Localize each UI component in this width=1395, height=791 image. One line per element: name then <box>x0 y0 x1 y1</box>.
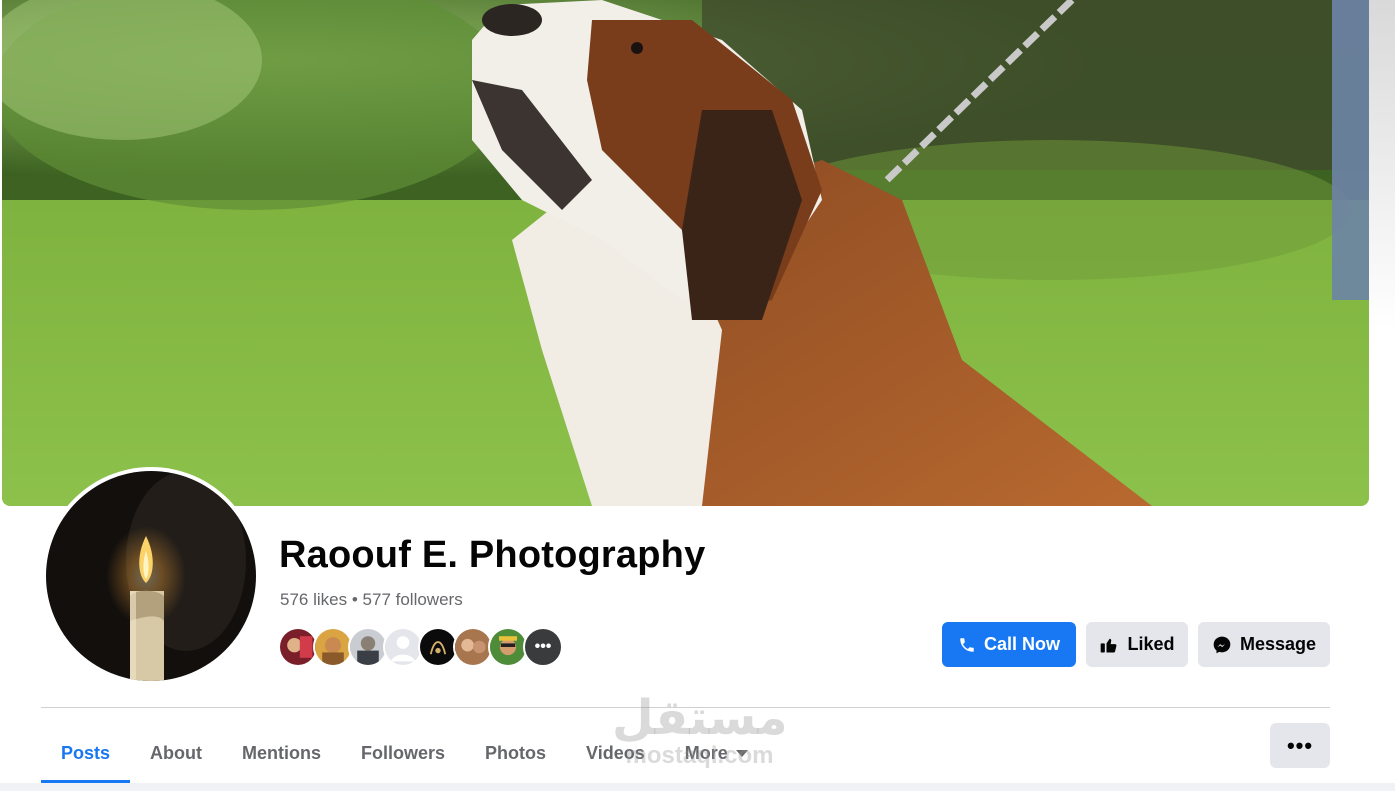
friend-avatar[interactable] <box>453 627 493 667</box>
page-tabs: Posts About Mentions Followers Photos Vi… <box>41 723 768 783</box>
tab-label: Posts <box>61 742 111 763</box>
tab-label: Mentions <box>242 742 322 763</box>
call-now-label: Call Now <box>983 634 1060 654</box>
avatar-image <box>46 471 256 681</box>
stats-separator: • <box>351 590 358 609</box>
feed-background <box>0 783 1395 791</box>
ellipsis-icon: ••• <box>1286 732 1314 758</box>
friend-avatar-default[interactable] <box>383 627 423 667</box>
tab-label: More <box>684 742 728 763</box>
tab-mentions[interactable]: Mentions <box>222 723 341 783</box>
message-label: Message <box>1239 634 1317 654</box>
tab-label: Photos <box>485 742 547 763</box>
likes-count[interactable]: 576 likes <box>280 590 347 609</box>
liked-label: Liked <box>1127 634 1175 654</box>
call-now-button[interactable]: Call Now <box>942 622 1076 667</box>
profile-avatar[interactable] <box>42 467 260 685</box>
tab-label: Followers <box>361 742 446 763</box>
message-button[interactable]: Message <box>1198 622 1330 667</box>
more-options-button[interactable]: ••• <box>1270 723 1330 768</box>
header-divider <box>41 707 1330 708</box>
friend-avatar[interactable] <box>278 627 318 667</box>
friend-avatar[interactable] <box>313 627 353 667</box>
friend-avatar[interactable] <box>418 627 458 667</box>
friend-avatar[interactable] <box>488 627 528 667</box>
tab-about[interactable]: About <box>130 723 222 783</box>
thumbs-up-icon <box>1099 635 1119 655</box>
caret-down-icon <box>735 749 748 757</box>
tab-more[interactable]: More <box>665 723 768 783</box>
tab-photos[interactable]: Photos <box>465 723 566 783</box>
liked-button[interactable]: Liked <box>1086 622 1188 667</box>
tab-followers[interactable]: Followers <box>341 723 465 783</box>
friend-avatar[interactable] <box>348 627 388 667</box>
messenger-icon <box>1212 635 1232 655</box>
ellipsis-icon: ••• <box>534 638 552 655</box>
tab-videos[interactable]: Videos <box>566 723 665 783</box>
followers-count[interactable]: 577 followers <box>363 590 463 609</box>
page-title: Raoouf E. Photography <box>279 534 706 576</box>
cover-photo[interactable] <box>2 0 1369 506</box>
tab-label: About <box>150 742 203 763</box>
friends-who-like: ••• <box>278 627 563 667</box>
cover-photo-image <box>2 0 1369 506</box>
page-edge-shadow <box>1369 0 1395 330</box>
page-stats: 576 likes • 577 followers <box>280 590 463 610</box>
more-friends-button[interactable]: ••• <box>523 627 563 667</box>
candle-image <box>46 471 256 681</box>
tab-label: Videos <box>586 742 645 763</box>
facebook-page-header: Raoouf E. Photography 576 likes • 577 fo… <box>0 0 1395 791</box>
phone-icon <box>958 636 976 654</box>
tab-posts[interactable]: Posts <box>41 723 131 783</box>
